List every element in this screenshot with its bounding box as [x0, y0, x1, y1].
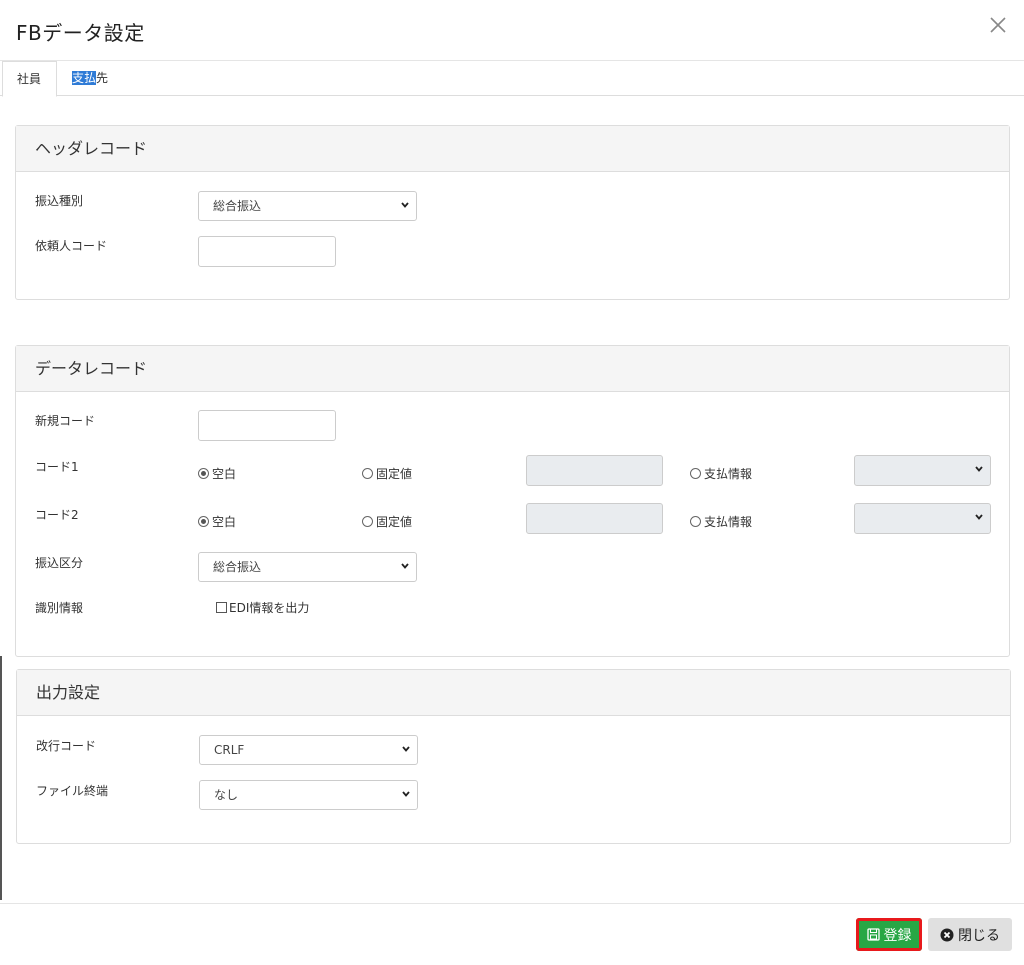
chevron-down-icon — [401, 563, 409, 569]
radio-unselected-icon — [690, 516, 701, 527]
footer-divider — [0, 903, 1024, 904]
chevron-down-icon — [402, 746, 410, 752]
code2-radio-payment-info[interactable]: 支払情報 — [690, 513, 752, 530]
save-icon — [866, 928, 880, 941]
transfer-type-select[interactable]: 総合振込 — [198, 191, 417, 221]
radio-unselected-icon — [362, 468, 373, 479]
transfer-type-label: 振込種別 — [35, 194, 84, 208]
code1-blank-label: 空白 — [212, 467, 237, 481]
file-end-value: なし — [214, 788, 239, 802]
requester-code-label: 依頼人コード — [35, 239, 108, 253]
tab-payee[interactable]: 支払先 — [58, 61, 122, 96]
save-button-label: 登録 — [883, 927, 912, 944]
header-record-title: ヘッダレコード — [16, 126, 1009, 172]
code1-radio-payment-info[interactable]: 支払情報 — [690, 465, 752, 482]
identification-label: 識別情報 — [35, 601, 84, 615]
code2-payment-info-label: 支払情報 — [704, 515, 753, 529]
close-button[interactable]: 閉じる — [928, 918, 1012, 951]
dialog-header: FBデータ設定 — [0, 0, 1024, 61]
dialog-title: FBデータ設定 — [16, 21, 145, 45]
tab-payee-selected-text: 支払 — [72, 71, 97, 85]
output-settings-panel: 出力設定 — [16, 669, 1011, 844]
code2-label: コード2 — [35, 508, 79, 522]
tab-employee-label: 社員 — [17, 72, 42, 86]
code2-payment-info-select[interactable] — [854, 503, 991, 534]
fb-data-settings-dialog: FBデータ設定 社員 支払先 ヘッダレコード 振込種別 総合振込 依頼人コード … — [0, 0, 1024, 965]
code1-label: コード1 — [35, 460, 79, 474]
tab-payee-label-rest: 先 — [96, 71, 109, 85]
radio-unselected-icon — [690, 468, 701, 479]
code2-fixed-value-input[interactable] — [526, 503, 663, 534]
chevron-down-icon — [402, 791, 410, 797]
edi-output-checkbox[interactable]: EDI情報を出力 — [216, 599, 309, 616]
code1-radio-fixed[interactable]: 固定値 — [362, 465, 412, 482]
edi-output-label: EDI情報を出力 — [229, 601, 310, 615]
file-end-label: ファイル終端 — [36, 784, 109, 798]
code1-payment-info-select[interactable] — [854, 455, 991, 486]
backdrop-edge — [0, 656, 2, 900]
chevron-down-icon — [401, 202, 409, 208]
chevron-down-icon — [975, 466, 983, 472]
requester-code-input[interactable] — [198, 236, 336, 267]
code2-fixed-label: 固定値 — [376, 515, 413, 529]
checkbox-unchecked-icon — [216, 602, 227, 613]
close-icon[interactable] — [988, 13, 1008, 37]
tab-employee[interactable]: 社員 — [2, 61, 57, 97]
code1-radio-blank[interactable]: 空白 — [198, 465, 236, 482]
code2-radio-blank[interactable]: 空白 — [198, 513, 236, 530]
code1-fixed-value-input[interactable] — [526, 455, 663, 486]
transfer-type-value: 総合振込 — [213, 199, 262, 213]
code2-blank-label: 空白 — [212, 515, 237, 529]
code1-payment-info-label: 支払情報 — [704, 467, 753, 481]
radio-selected-icon — [198, 468, 209, 479]
newline-code-select[interactable]: CRLF — [199, 735, 418, 765]
data-record-panel: データレコード — [15, 345, 1010, 657]
close-button-label: 閉じる — [958, 927, 1000, 944]
save-button[interactable]: 登録 — [856, 918, 922, 951]
transfer-class-select[interactable]: 総合振込 — [198, 552, 417, 582]
file-end-select[interactable]: なし — [199, 780, 418, 810]
output-settings-title: 出力設定 — [17, 670, 1010, 716]
new-code-label: 新規コード — [35, 414, 96, 428]
newline-code-label: 改行コード — [36, 739, 97, 753]
newline-code-value: CRLF — [214, 743, 245, 757]
data-record-title: データレコード — [16, 346, 1009, 392]
radio-selected-icon — [198, 516, 209, 527]
transfer-class-label: 振込区分 — [35, 556, 84, 570]
tab-bar: 社員 支払先 — [0, 61, 1024, 97]
code2-radio-fixed[interactable]: 固定値 — [362, 513, 412, 530]
circle-x-icon — [940, 928, 954, 941]
radio-unselected-icon — [362, 516, 373, 527]
code1-fixed-label: 固定値 — [376, 467, 413, 481]
transfer-class-value: 総合振込 — [213, 560, 262, 574]
header-record-panel: ヘッダレコード — [15, 125, 1010, 300]
chevron-down-icon — [975, 514, 983, 520]
new-code-input[interactable] — [198, 410, 336, 441]
